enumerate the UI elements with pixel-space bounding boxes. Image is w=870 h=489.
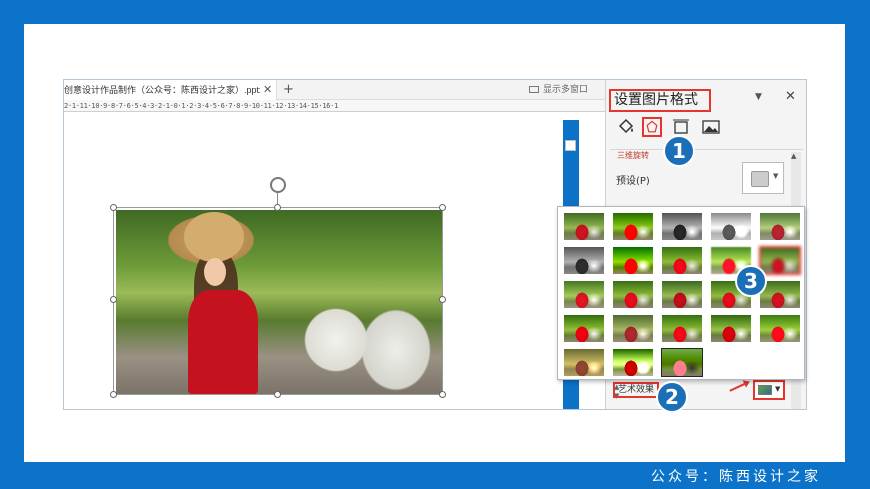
photo-dress bbox=[188, 290, 258, 394]
artistic-effects-label: 艺术效果 bbox=[613, 382, 660, 398]
preset-dropdown[interactable]: ▼ bbox=[742, 162, 784, 194]
add-tab-icon[interactable]: + bbox=[283, 80, 294, 100]
multi-window-label: 显示多窗口 bbox=[543, 85, 589, 95]
resize-handle[interactable] bbox=[110, 204, 117, 211]
scroll-button[interactable] bbox=[565, 140, 576, 151]
effects-pentagon-icon[interactable] bbox=[642, 117, 662, 137]
photo-hat bbox=[184, 212, 244, 262]
effect-thumbnail-pencil-grayscale[interactable] bbox=[661, 212, 703, 241]
tab-title: 创意设计作品制作（公众号：陈西设计之家）.pptx bbox=[64, 85, 260, 95]
horizontal-ruler: 2·1·11·10·9·8·7·6·5·4·3·2·1·0·1·2·3·4·5·… bbox=[64, 100, 605, 112]
step-badge-3: 3 bbox=[735, 265, 767, 297]
preset-label: 预设(P) bbox=[616, 176, 650, 187]
photo-face bbox=[204, 258, 226, 286]
effect-thumbnail-blur[interactable] bbox=[759, 246, 801, 275]
effect-thumbnail-cutout[interactable] bbox=[563, 348, 605, 377]
resize-handle[interactable] bbox=[439, 296, 446, 303]
preset-swatch bbox=[751, 171, 769, 187]
effect-preview-icon bbox=[758, 385, 772, 395]
effect-thumbnail-none[interactable] bbox=[563, 212, 605, 241]
size-layout-icon[interactable] bbox=[671, 117, 691, 137]
rotate-handle-icon[interactable] bbox=[270, 177, 286, 193]
section-label: 三维旋转 bbox=[617, 151, 649, 160]
effect-thumbnail-pastels-smooth[interactable] bbox=[710, 314, 752, 343]
effect-thumbnail-photocopy[interactable] bbox=[612, 348, 654, 377]
tab-bar: 创意设计作品制作（公众号：陈西设计之家）.pptx ✕ + 显示多窗口 bbox=[64, 80, 605, 100]
effect-thumbnail-line-drawing[interactable] bbox=[759, 212, 801, 241]
selected-photo[interactable] bbox=[116, 210, 442, 394]
panel-title: 设置图片格式 bbox=[609, 89, 711, 112]
picture-icon[interactable] bbox=[701, 117, 721, 137]
effect-thumbnail-paint-strokes[interactable] bbox=[612, 246, 654, 275]
step-badge-1: 1 bbox=[663, 135, 695, 167]
window-icon bbox=[529, 86, 539, 93]
effect-thumbnail-texturizer[interactable] bbox=[612, 314, 654, 343]
effect-thumbnail-glow-edges[interactable] bbox=[661, 348, 703, 377]
resize-handle[interactable] bbox=[110, 391, 117, 398]
resize-handle[interactable] bbox=[439, 204, 446, 211]
footer-watermark: 公众号：陈西设计之家 bbox=[651, 469, 821, 485]
resize-handle[interactable] bbox=[274, 204, 281, 211]
resize-handle[interactable] bbox=[439, 391, 446, 398]
effect-thumbnail-watercolor-sponge[interactable] bbox=[612, 280, 654, 309]
effect-thumbnail-chalk-sketch[interactable] bbox=[563, 246, 605, 275]
step-badge-2: 2 bbox=[656, 381, 688, 413]
close-icon[interactable]: ✕ bbox=[263, 80, 272, 100]
effect-thumbnail-plastic-wrap[interactable] bbox=[759, 314, 801, 343]
artistic-effects-dropdown-button[interactable]: ▼ bbox=[753, 380, 785, 400]
effect-thumbnail-film-grain[interactable] bbox=[661, 280, 703, 309]
scroll-up-icon[interactable]: ▲ bbox=[791, 152, 796, 160]
multi-window-button[interactable]: 显示多窗口 bbox=[529, 80, 588, 100]
artistic-effects-gallery bbox=[557, 206, 805, 380]
effect-thumbnail-light-screen[interactable] bbox=[563, 280, 605, 309]
chevron-down-icon: ▼ bbox=[773, 172, 779, 180]
fill-bucket-icon[interactable] bbox=[616, 117, 636, 137]
arrow-icon bbox=[729, 382, 747, 392]
chevron-down-icon: ▼ bbox=[775, 385, 781, 393]
effect-thumbnail-pencil-sketch-color[interactable] bbox=[612, 212, 654, 241]
effect-thumbnail-paint-brush[interactable] bbox=[661, 246, 703, 275]
effect-thumbnail-crisscross-etching[interactable] bbox=[661, 314, 703, 343]
panel-options-icon[interactable]: ▼ bbox=[755, 92, 762, 102]
effect-thumbnail-pencil-sketch[interactable] bbox=[710, 212, 752, 241]
effect-thumbnail-cement[interactable] bbox=[563, 314, 605, 343]
panel-close-icon[interactable]: ✕ bbox=[785, 89, 796, 104]
document-tab[interactable]: 创意设计作品制作（公众号：陈西设计之家）.pptx ✕ bbox=[64, 80, 277, 100]
resize-handle[interactable] bbox=[274, 391, 281, 398]
resize-handle[interactable] bbox=[110, 296, 117, 303]
slide-canvas[interactable] bbox=[64, 113, 561, 409]
